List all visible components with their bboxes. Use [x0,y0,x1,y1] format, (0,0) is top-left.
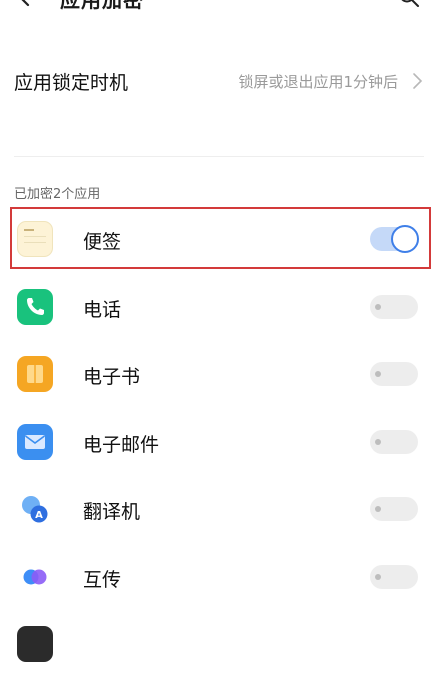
page-title: 应用加密 [60,0,144,12]
app-label: 翻译机 [83,501,141,523]
lock-toggle-share[interactable] [370,564,418,589]
app-icon [17,626,53,662]
lock-toggle-notes[interactable] [370,225,419,253]
app-row-ebook: 电子书 [0,340,438,408]
app-label: 互传 [83,568,122,591]
share-icon [17,559,53,595]
lock-toggle-translator[interactable] [370,497,418,521]
top-bar: 应用加密 [0,0,438,18]
notes-icon [17,221,53,257]
app-row-share: 互传 [0,543,438,611]
lock-timing-label: 应用锁定时机 [14,72,129,94]
lock-timing-row[interactable]: 应用锁定时机 锁屏或退出应用1分钟后 [0,50,438,112]
chevron-right-icon [413,73,423,89]
app-label: 电子邮件 [83,433,160,456]
app-label: 电子书 [83,366,141,388]
app-label: 便签 [83,231,122,253]
lock-toggle-ebook[interactable] [370,362,418,386]
divider [14,156,424,157]
search-icon[interactable] [398,0,420,8]
lock-timing-value: 锁屏或退出应用1分钟后 [238,73,398,91]
phone-icon [17,288,53,325]
app-row-phone: 电话 [0,273,438,341]
svg-text:A: A [35,510,43,521]
app-row-email: 电子邮件 [0,408,438,476]
lock-toggle-email[interactable] [370,429,418,454]
app-list: 便签 电话 电子书 电子邮件 A 翻译机 互传 [0,205,438,678]
app-row-translator: A 翻译机 [0,475,438,543]
app-row-notes: 便签 [0,205,438,273]
email-icon [17,423,53,460]
app-label: 电话 [83,298,122,321]
ebook-icon [17,356,53,392]
translator-icon: A [17,491,53,527]
back-arrow-icon[interactable] [14,0,36,8]
app-row-partial [0,610,438,678]
encrypted-apps-header: 已加密2个应用 [14,187,101,202]
lock-toggle-phone[interactable] [370,294,418,319]
